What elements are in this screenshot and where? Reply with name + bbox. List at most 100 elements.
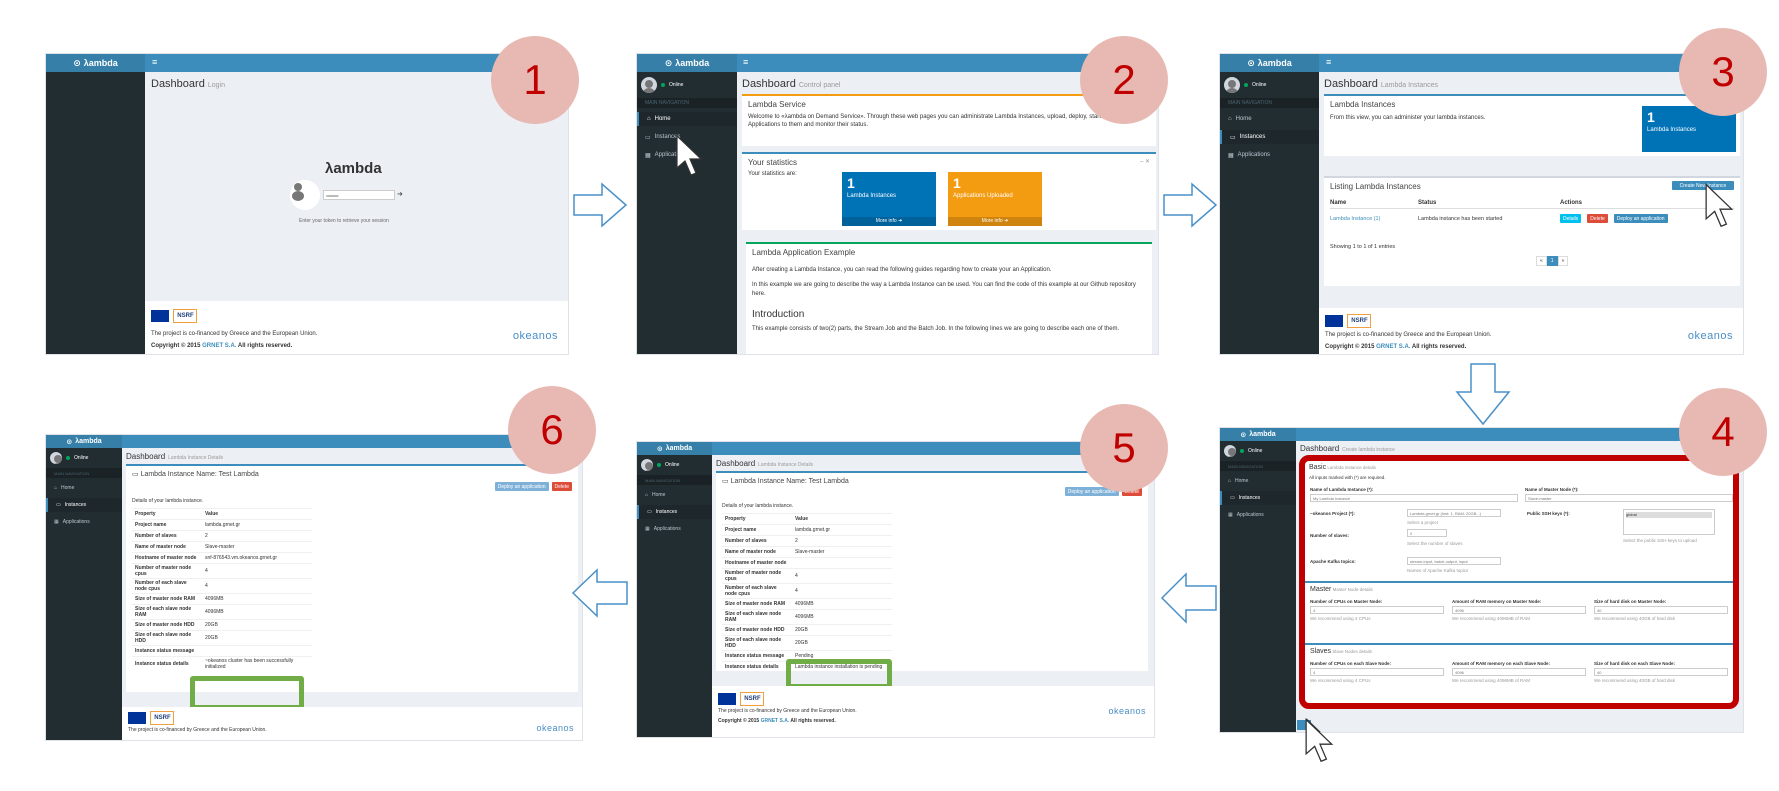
page-title: Dashboard Login [151, 78, 225, 90]
token-input[interactable]: ••••••••••••••••••••••••••••• [323, 190, 395, 200]
top-navbar [637, 442, 1154, 455]
listing-box: Listing Lambda Instances Create New Inst… [1324, 176, 1740, 286]
sidebar-item-applications[interactable]: ▦ Applications [637, 522, 712, 536]
master-cpu-input[interactable]: 4 [1310, 606, 1444, 614]
table-row: Instance status details ~okeanos cluster … [132, 656, 312, 671]
funding-logos: NSRF [128, 709, 175, 727]
deploy-button[interactable]: Deploy an application [1613, 214, 1668, 223]
details-button[interactable]: Details [1560, 214, 1582, 223]
table-row: Size of master node HDD 20GB [132, 619, 312, 631]
project-select[interactable]: Lambda.grnet.gr (Inst: 1, RAM: 20GB...) [1407, 509, 1501, 517]
app-logo[interactable]: ⊙ λambda [1220, 428, 1296, 441]
laptop-icon: ▭ [722, 478, 731, 485]
mouse-cursor-icon [676, 134, 703, 176]
more-info-link[interactable]: More info ➜ [948, 217, 1042, 226]
sidebar-item-instances[interactable]: ▭ Instances [46, 498, 122, 512]
service-text: Welcome to «λambda on Demand Service». T… [748, 114, 1126, 129]
slaves-number-input[interactable]: 2 [1407, 529, 1447, 537]
next-page[interactable]: » [1557, 256, 1569, 266]
sidebar-item-home[interactable]: ⌂ Home [637, 112, 737, 126]
funding-logos: NSRF [151, 307, 198, 325]
screenshot-step-3: ⊙ λambda ≡ Online MAIN NAVIGATION ⌂ Home ▭… [1219, 53, 1744, 355]
ssh-keys-select[interactable]: global [1623, 509, 1715, 535]
grnet-link[interactable]: GRNET S.A. [202, 343, 236, 349]
user-panel: Online [46, 448, 122, 468]
login-brand: λambda [325, 160, 382, 177]
instance-name-input[interactable]: My Lambda Instance [1310, 494, 1518, 502]
avatar [1224, 77, 1240, 93]
more-info-link[interactable]: More info ➜ [842, 217, 936, 226]
sidebar-item-applications[interactable]: ▦ Applications [1220, 508, 1296, 522]
sidebar-item-applications[interactable]: ▦ Applications [46, 515, 122, 529]
grnet-link[interactable]: GRNET S.A. [1376, 344, 1410, 350]
value-cell [792, 557, 892, 569]
value-cell: 20GB [202, 630, 312, 646]
menu-toggle-icon[interactable]: ≡ [743, 57, 748, 67]
table-row: Number of master node cpus 4 [132, 563, 312, 579]
instance-name-link[interactable]: Lambda Instance (1) [1330, 216, 1418, 222]
app-logo[interactable]: ⊙ λambda [1220, 54, 1319, 72]
menu-toggle-icon[interactable]: ≡ [152, 57, 157, 67]
slave-disk-input[interactable]: 40 [1594, 668, 1728, 676]
master-name-input[interactable]: Slave-master [1525, 494, 1733, 502]
page-1[interactable]: 1 [1546, 256, 1558, 266]
value-cell: Slave-master [792, 546, 892, 558]
showing-entries: Showing 1 to 1 of 1 entries [1330, 244, 1396, 250]
property-cell: Instance status message [722, 650, 792, 662]
property-cell: Name of master node [722, 546, 792, 558]
property-cell: Number of master node cpus [722, 568, 792, 584]
sidebar-item-instances[interactable]: ▭ Instances [1220, 491, 1296, 505]
table-row: Hostname of master node snf-876543.vm.oke… [132, 552, 312, 564]
delete-button[interactable]: Delete [1587, 214, 1608, 223]
sidebar-item-applications[interactable]: ▦ Applications [1220, 148, 1319, 162]
value-cell: 20GB [202, 619, 312, 631]
property-cell: Size of master node HDD [132, 619, 202, 631]
box-tools-icons[interactable]: – ✕ [1140, 158, 1150, 165]
sidebar-item-home[interactable]: ⌂ Home [637, 488, 712, 502]
app-logo[interactable]: ⊙ λambda [637, 442, 712, 455]
table-row: Size of each slave node RAM 4096MB [722, 609, 892, 625]
page-title: Dashboard Lambda Instance Details [126, 452, 224, 461]
user-panel: Online [1220, 72, 1319, 98]
master-disk-input[interactable]: 40 [1594, 606, 1728, 614]
table-row: Size of each slave node HDD 20GB [722, 635, 892, 651]
nav-section-header: MAIN NAVIGATION [637, 475, 712, 485]
sidebar-item-instances[interactable]: ▭ Instances [637, 505, 712, 519]
grnet-link[interactable]: GRNET S.A. [761, 718, 790, 724]
app-logo[interactable]: ⊙ λambda [46, 435, 122, 448]
footer-text: The project is co-financed by Greece and… [718, 708, 857, 714]
tile-lambda-instances: 1 Lambda Instances More info ➜ [842, 172, 936, 226]
footer-text: The project is co-financed by Greece and… [1325, 332, 1492, 338]
property-cell: Number of slaves [132, 530, 202, 542]
avatar [641, 77, 657, 93]
deploy-button[interactable]: Deploy an application [494, 482, 549, 491]
arrow-right-icon [573, 182, 628, 228]
master-ram-input[interactable]: 4096 [1452, 606, 1586, 614]
table-row: Size of master node RAM 4096MB [722, 598, 892, 610]
sidebar-item-home[interactable]: ⌂ Home [1220, 112, 1319, 126]
mouse-cursor-icon [1705, 183, 1734, 228]
online-dot-icon [66, 456, 70, 460]
funding-logos: NSRF [718, 690, 765, 708]
kafka-topics-input[interactable]: stream-input, batch-output, input [1407, 557, 1501, 565]
submit-arrow-icon[interactable]: ➜ [397, 190, 403, 198]
app-logo[interactable]: ⊙ λambda [46, 54, 145, 72]
screenshot-step-6: ⊙ λambda Online MAIN NAVIGATION ⌂ Home ▭ In… [45, 434, 583, 741]
sidebar-item-home[interactable]: ⌂ Home [1220, 474, 1296, 488]
sidebar-item-home[interactable]: ⌂ Home [46, 481, 122, 495]
nav-section-header: MAIN NAVIGATION [1220, 98, 1319, 108]
main-content: Dashboard Create lambda instance Basic La… [1296, 441, 1743, 732]
home-icon: ⌂ [1228, 116, 1232, 122]
slave-ram-input[interactable]: 4096 [1452, 668, 1586, 676]
table-row: Project name lambda.grnet.gr [722, 524, 892, 536]
step-number-4: 4 [1679, 388, 1767, 476]
menu-toggle-icon[interactable]: ≡ [1326, 57, 1331, 67]
slave-cpu-input[interactable]: 4 [1310, 668, 1444, 676]
delete-button[interactable]: Delete [551, 482, 572, 491]
app-logo[interactable]: ⊙ λambda [637, 54, 737, 72]
footer: NSRF The project is co-financed by Greec… [122, 707, 582, 740]
sidebar-item-instances[interactable]: ▭ Instances [1220, 130, 1319, 144]
prev-page[interactable]: « [1536, 256, 1547, 266]
page-title: Dashboard Lambda Instances [1324, 78, 1439, 90]
property-cell: Size of each slave node HDD [722, 635, 792, 651]
